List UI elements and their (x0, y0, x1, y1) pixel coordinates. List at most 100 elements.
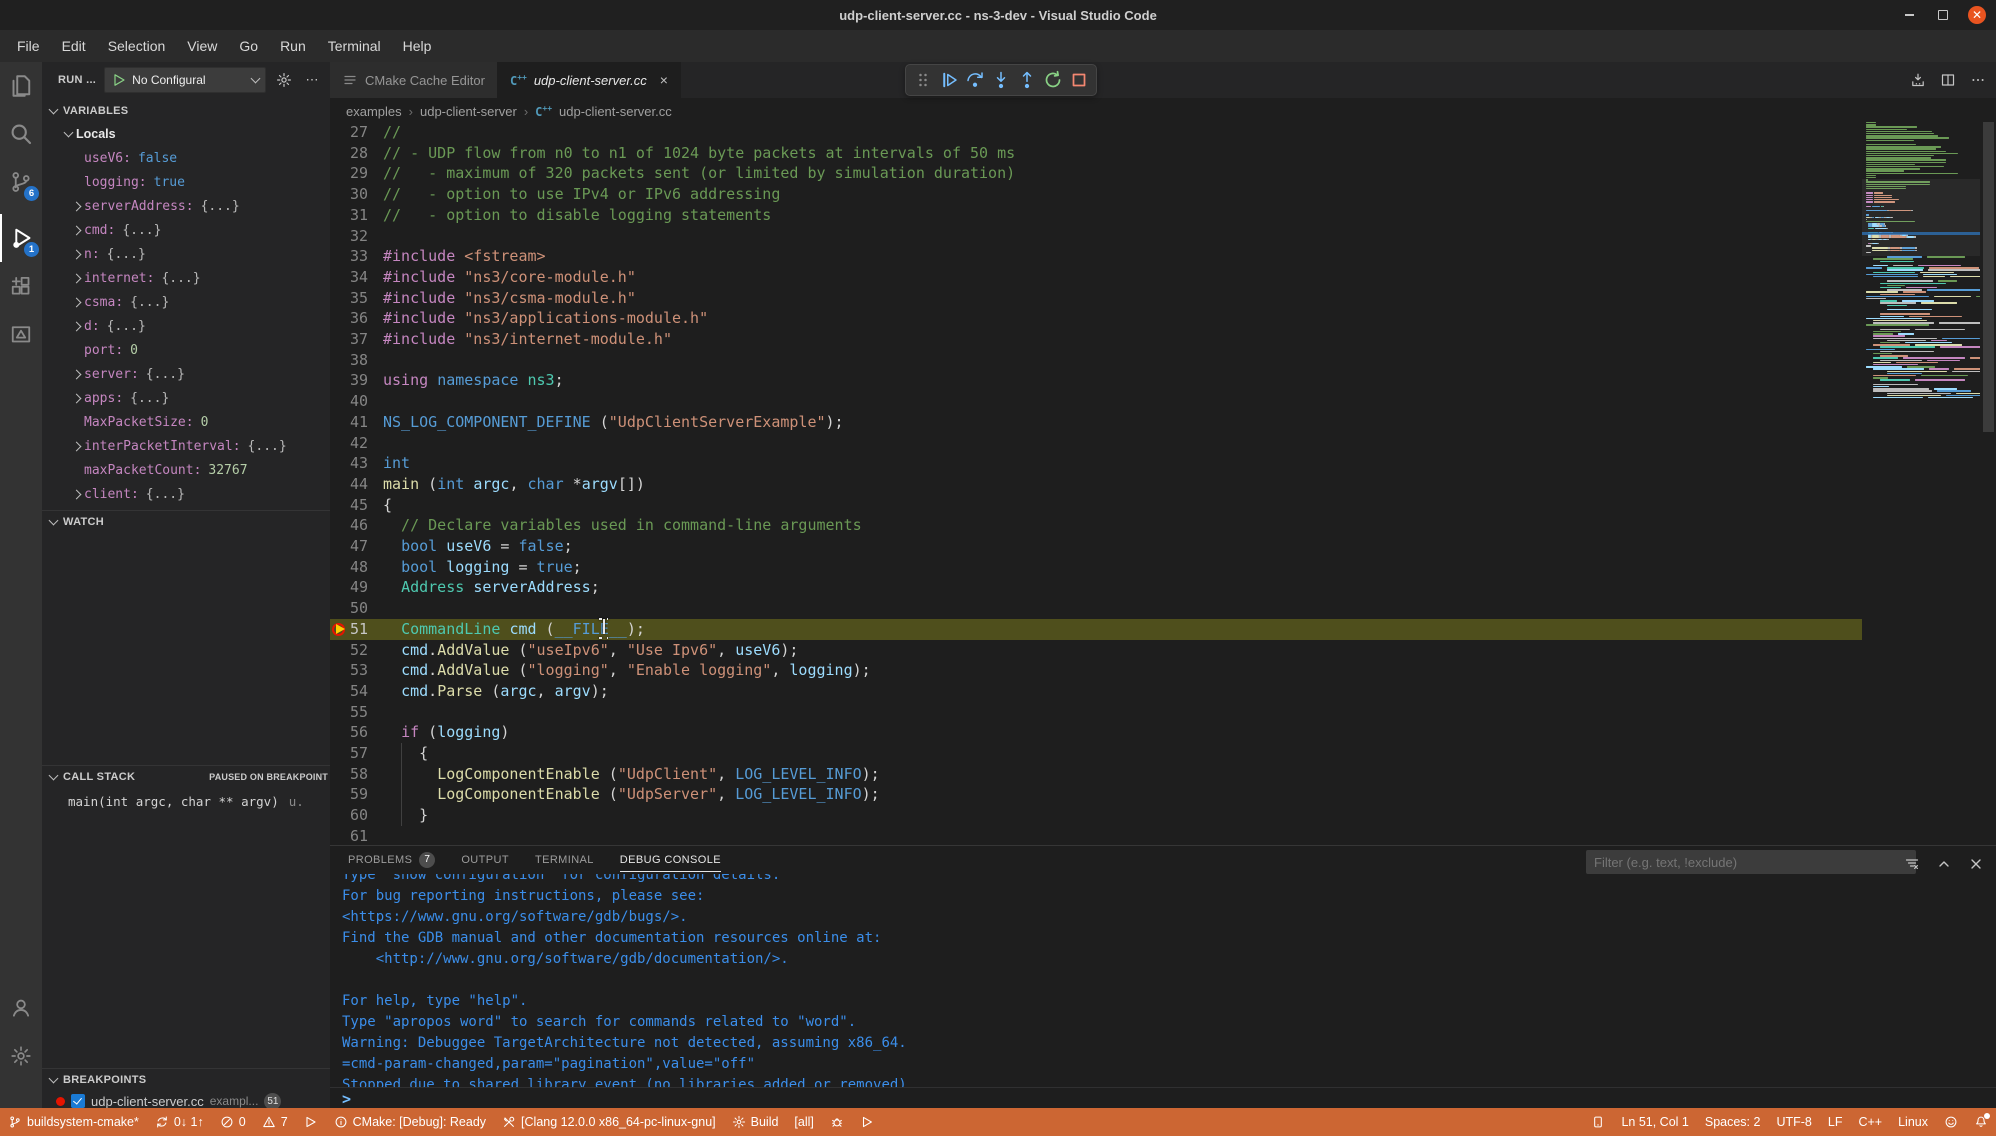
status-cmake-kit[interactable]: [Clang 12.0.0 x86_64-pc-linux-gnu] (494, 1108, 724, 1136)
status-encoding[interactable]: UTF-8 (1768, 1108, 1819, 1136)
code-line-48[interactable]: 48 bool logging = true; (330, 557, 1862, 578)
activity-search-icon[interactable] (0, 110, 42, 158)
debug-console-input[interactable]: > (330, 1087, 1996, 1109)
code-line-50[interactable]: 50 (330, 598, 1862, 619)
code-line-27[interactable]: 27// (330, 124, 1862, 143)
menu-view[interactable]: View (176, 30, 228, 62)
line-number[interactable]: 32 (330, 226, 368, 247)
code-line-37[interactable]: 37#include "ns3/internet-module.h" (330, 329, 1862, 350)
minimize-button-icon[interactable] (1900, 6, 1918, 24)
gear-icon[interactable] (274, 70, 294, 90)
line-number[interactable]: 37 (330, 329, 368, 350)
variable-row[interactable]: serverAddress:{...} (42, 194, 330, 218)
variable-row[interactable]: logging:true (42, 170, 330, 194)
line-number[interactable]: 49 (330, 577, 368, 598)
code-line-30[interactable]: 30// - option to use IPv4 or IPv6 addres… (330, 184, 1862, 205)
code-line-38[interactable]: 38 (330, 350, 1862, 371)
stop-button[interactable] (1066, 67, 1092, 93)
code-line-58[interactable]: 58 LogComponentEnable ("UdpClient", LOG_… (330, 764, 1862, 785)
step-out-button[interactable] (1014, 67, 1040, 93)
code-line-32[interactable]: 32 (330, 226, 1862, 247)
launch-config-dropdown[interactable]: No Configural (104, 67, 266, 93)
step-into-button[interactable] (988, 67, 1014, 93)
code-line-43[interactable]: 43int (330, 453, 1862, 474)
status-os[interactable]: Linux (1890, 1108, 1936, 1136)
code-line-41[interactable]: 41NS_LOG_COMPONENT_DEFINE ("UdpClientSer… (330, 412, 1862, 433)
variable-row[interactable]: server:{...} (42, 362, 330, 386)
code-line-49[interactable]: 49 Address serverAddress; (330, 577, 1862, 598)
call-stack-section-header[interactable]: CALL STACK PAUSED ON BREAKPOINT (42, 765, 338, 788)
line-number[interactable]: 28 (330, 143, 368, 164)
menu-file[interactable]: File (6, 30, 51, 62)
line-number[interactable]: 61 (330, 826, 368, 845)
variable-row[interactable]: useV6:false (42, 146, 330, 170)
code-line-39[interactable]: 39using namespace ns3; (330, 370, 1862, 391)
activity-settings-gear-icon[interactable] (0, 1032, 42, 1080)
menu-help[interactable]: Help (392, 30, 443, 62)
step-over-button[interactable] (962, 67, 988, 93)
line-number[interactable]: 55 (330, 702, 368, 723)
variable-row[interactable]: csma:{...} (42, 290, 330, 314)
code-line-61[interactable]: 61 (330, 826, 1862, 845)
variable-row[interactable]: d:{...} (42, 314, 330, 338)
panel-tab-terminal[interactable]: TERMINAL (535, 846, 594, 873)
close-button-icon[interactable]: ✕ (1968, 6, 1986, 24)
status-notifications[interactable] (1966, 1108, 1996, 1136)
breadcrumb[interactable]: examples›udp-client-server›C++udp-client… (330, 98, 1996, 124)
line-number[interactable]: 54 (330, 681, 368, 702)
menu-run[interactable]: Run (269, 30, 317, 62)
line-number[interactable]: 38 (330, 350, 368, 371)
code-line-55[interactable]: 55 (330, 702, 1862, 723)
close-tab-icon[interactable]: × (660, 72, 668, 88)
chevron-up-icon[interactable] (1934, 854, 1954, 874)
line-number[interactable]: 39 (330, 370, 368, 391)
status-feedback[interactable] (1936, 1108, 1966, 1136)
activity-source-control-icon[interactable]: 6 (0, 158, 42, 206)
console-filter-input[interactable] (1586, 850, 1916, 874)
code-line-51[interactable]: 51 CommandLine cmd (__FILE__); (330, 619, 1862, 640)
breadcrumb-item[interactable]: udp-client-server (420, 104, 517, 119)
line-number[interactable]: 48 (330, 557, 368, 578)
continue-button[interactable] (936, 67, 962, 93)
line-number[interactable]: 27 (330, 124, 368, 143)
code-line-40[interactable]: 40 (330, 391, 1862, 412)
line-number[interactable]: 44 (330, 474, 368, 495)
activity-explorer-icon[interactable] (0, 62, 42, 110)
breadcrumb-item[interactable]: examples (346, 104, 402, 119)
line-number[interactable]: 51 (330, 619, 368, 640)
activity-extensions-icon[interactable] (0, 262, 42, 310)
line-number[interactable]: 36 (330, 308, 368, 329)
variable-row[interactable]: interPacketInterval:{...} (42, 434, 330, 458)
watch-section-header[interactable]: WATCH (42, 510, 338, 533)
line-number[interactable]: 40 (330, 391, 368, 412)
code-line-29[interactable]: 29// - maximum of 320 packets sent (or l… (330, 163, 1862, 184)
line-number[interactable]: 60 (330, 805, 368, 826)
status-git-sync[interactable]: 0↓ 1↑ (147, 1108, 212, 1136)
split-editor-icon[interactable] (1938, 70, 1958, 90)
activity-accounts-icon[interactable] (0, 984, 42, 1032)
line-number[interactable]: 30 (330, 184, 368, 205)
panel-tab-output[interactable]: OUTPUT (461, 846, 509, 873)
gripper-button[interactable] (910, 67, 936, 93)
status-indentation[interactable]: Spaces: 2 (1697, 1108, 1769, 1136)
line-number[interactable]: 46 (330, 515, 368, 536)
line-number[interactable]: 31 (330, 205, 368, 226)
code-line-54[interactable]: 54 cmd.Parse (argc, argv); (330, 681, 1862, 702)
code-line-53[interactable]: 53 cmd.AddValue ("logging", "Enable logg… (330, 660, 1862, 681)
status-cmake-build[interactable]: Build (724, 1108, 787, 1136)
code-line-31[interactable]: 31// - option to disable logging stateme… (330, 205, 1862, 226)
line-number[interactable]: 34 (330, 267, 368, 288)
status-language-mode[interactable]: C++ (1850, 1108, 1890, 1136)
line-number[interactable]: 56 (330, 722, 368, 743)
status-git-branch[interactable]: buildsystem-cmake* (0, 1108, 147, 1136)
code-editor[interactable]: 27//28// - UDP flow from n0 to n1 of 102… (330, 124, 1862, 845)
variable-row[interactable]: maxPacketCount:32767 (42, 458, 330, 482)
status-cursor-position[interactable]: Ln 51, Col 1 (1613, 1108, 1696, 1136)
code-line-47[interactable]: 47 bool useV6 = false; (330, 536, 1862, 557)
variable-row[interactable]: port:0 (42, 338, 330, 362)
scope-locals[interactable]: Locals (42, 122, 330, 146)
activity-cmake-icon[interactable] (0, 310, 42, 358)
menu-terminal[interactable]: Terminal (317, 30, 392, 62)
line-number[interactable]: 57 (330, 743, 368, 764)
variables-section-header[interactable]: VARIABLES (42, 100, 338, 122)
